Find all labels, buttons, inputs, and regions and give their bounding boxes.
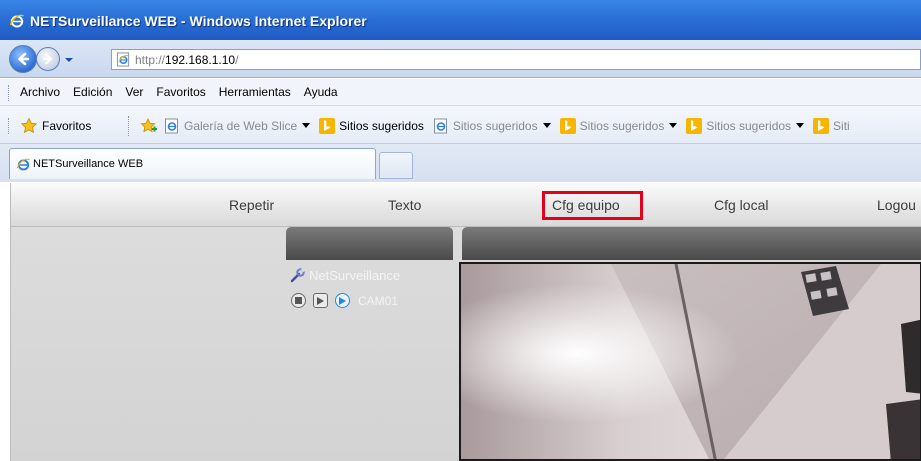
favorites-links: Galería de Web Slice Sitios sugeridos Si… [140,117,859,135]
url-protocol: http:// [135,52,166,67]
arrow-right-icon [42,53,53,65]
fav-link-label: Galería de Web Slice [184,119,298,133]
camera-video-feed[interactable] [459,262,921,461]
favorites-label: Favoritos [42,119,92,133]
menu-favoritos[interactable]: Favoritos [156,85,205,99]
ie-page-icon [433,118,447,134]
video-panel-header [462,227,921,260]
device-name: NetSurveillance [309,267,401,283]
menu-ayuda[interactable]: Ayuda [304,85,338,99]
chevron-down-icon [542,123,551,128]
menu-edicion[interactable]: Edición [73,85,112,99]
toolbar-grip[interactable] [8,85,11,101]
tab-strip: NETSurveillance WEB [0,144,921,182]
device-tree: NetSurveillance CAM01 [289,266,459,308]
ie-page-icon [116,52,130,67]
menu-ver[interactable]: Ver [125,85,143,99]
favorites-star-icon [20,117,38,134]
menu-herramientas[interactable]: Herramientas [219,85,291,99]
fav-link-suggested-sites[interactable]: Sitios sugeridos [319,118,424,134]
url-path: / [235,52,239,67]
chevron-down-icon [669,123,678,128]
address-toolbar: http:// 192.168.1.10 / [0,40,921,78]
camera-label[interactable]: CAM01 [358,294,398,308]
favorites-button[interactable]: Favoritos [20,117,91,135]
bing-icon [813,118,830,134]
fav-link-label: Sitios sugeridos [706,119,792,133]
arrow-left-icon [18,52,30,66]
bing-icon [319,118,336,134]
new-tab-button[interactable] [379,152,413,179]
window-title-bar: NETSurveillance WEB - Windows Internet E… [0,0,921,40]
device-wrench-icon [290,267,305,282]
bing-icon [686,118,703,134]
menu-bar: Archivo Edición Ver Favoritos Herramient… [0,79,921,106]
main-content: NetSurveillance CAM01 [10,227,921,461]
stop-button[interactable] [291,293,306,308]
stop-icon [295,297,302,304]
fav-link-label: Sitios sugeridos [339,119,424,133]
nav-texto[interactable]: Texto [388,197,421,213]
camera-node: CAM01 [289,293,459,308]
chevron-down-icon [796,123,805,128]
chevron-down-icon [302,123,311,128]
internet-explorer-icon [9,14,24,28]
back-button[interactable] [9,45,37,73]
internet-explorer-icon [16,158,30,170]
nav-cfg-local[interactable]: Cfg local [714,197,768,213]
url-host: 192.168.1.10 [165,52,236,67]
bing-icon [559,118,576,134]
live-play-icon [339,296,346,305]
live-view-button[interactable] [335,293,350,308]
device-panel-header [286,227,453,260]
fav-link-suggested-sites[interactable]: Sitios sugeridos [433,118,551,134]
favorites-bar: Favoritos Galería de Web Slice Sitios su… [0,106,921,144]
fav-link-label: Sitios sugeridos [579,119,665,133]
nav-logout[interactable]: Logou [877,197,916,213]
fav-link-suggested-sites[interactable]: Siti [813,118,850,134]
camera-image [461,264,920,459]
fav-link-label: Sitios sugeridos [452,119,538,133]
fav-link-suggested-sites[interactable]: Sitios sugeridos [686,118,805,134]
window-title-wrap: NETSurveillance WEB - Windows Internet E… [9,13,367,29]
forward-button[interactable] [36,47,60,71]
recent-pages-dropdown-icon[interactable] [64,55,74,65]
toolbar-grip[interactable] [8,118,11,134]
ie-page-icon [165,118,178,134]
add-to-favorites-bar-icon[interactable] [140,117,158,135]
app-nav-bar: Repetir Texto Cfg equipo Cfg local Logou [10,183,921,227]
nav-repetir[interactable]: Repetir [229,197,274,213]
play-icon [317,296,324,305]
fav-link-label: Siti [833,119,850,133]
fav-link-suggested-sites[interactable]: Sitios sugeridos [559,118,678,134]
play-button[interactable] [313,293,328,308]
nav-cfg-equipo[interactable]: Cfg equipo [552,197,620,213]
menu-archivo[interactable]: Archivo [20,85,60,99]
window-title: NETSurveillance WEB - Windows Internet E… [30,13,367,29]
tab-label: NETSurveillance WEB [33,158,144,170]
favorites-separator [128,116,129,136]
tab-netsurveillance[interactable]: NETSurveillance WEB [9,148,376,179]
address-input[interactable]: http:// 192.168.1.10 / [111,49,921,70]
fav-link-web-slice-gallery[interactable]: Galería de Web Slice [164,118,311,134]
device-node[interactable]: NetSurveillance [289,266,459,284]
